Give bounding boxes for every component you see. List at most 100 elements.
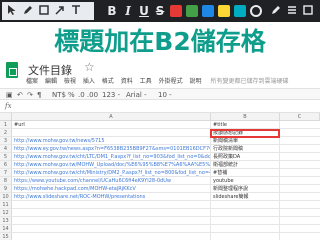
- cell-empty[interactable]: [280, 225, 320, 233]
- cell-title[interactable]: [211, 233, 280, 240]
- italic-button[interactable]: I: [120, 3, 136, 19]
- undo-icon[interactable]: ↶: [17, 90, 23, 100]
- menu-tools[interactable]: 工具: [140, 78, 152, 85]
- pen-tool-icon[interactable]: [20, 3, 36, 19]
- cell-url[interactable]: [12, 129, 211, 137]
- row-header[interactable]: 9: [0, 185, 12, 193]
- header-cell-url[interactable]: #url: [12, 121, 211, 129]
- text-tool-icon[interactable]: [68, 3, 84, 19]
- font-dropdown[interactable]: Arial -: [126, 90, 147, 100]
- cell-url[interactable]: http://www.mohw.gov.tw/MOHW_Upload/doc/%…: [12, 161, 211, 169]
- edit-pencil-icon[interactable]: [268, 3, 284, 19]
- select-tool-icon[interactable]: [4, 3, 20, 19]
- bold-button[interactable]: B: [104, 3, 120, 19]
- cell-title[interactable]: 新聞整理程序說: [211, 185, 280, 193]
- column-header-b[interactable]: B: [211, 113, 280, 121]
- cell-url[interactable]: [12, 225, 211, 233]
- star-icon[interactable]: ☆: [84, 60, 95, 74]
- row-header[interactable]: 1: [0, 121, 12, 129]
- cell-url[interactable]: http://www.mohw.gov.tw/cht/LTC/DM1_P.asp…: [12, 153, 211, 161]
- paint-format-icon[interactable]: ¶: [37, 90, 41, 100]
- sheets-logo-icon[interactable]: [6, 62, 18, 78]
- cell-title[interactable]: youtube: [211, 177, 280, 185]
- row-header[interactable]: 12: [0, 209, 12, 217]
- cell-url[interactable]: http://www.slideshare.net/ROC-MOHW/prese…: [12, 193, 211, 201]
- cell-title[interactable]: [211, 225, 280, 233]
- number-format-dropdown[interactable]: 123 -: [102, 90, 120, 100]
- menu-help[interactable]: 說明: [190, 78, 202, 85]
- cell-empty[interactable]: [280, 153, 320, 161]
- cell-title[interactable]: [211, 201, 280, 209]
- menu-edit[interactable]: 編輯: [45, 78, 57, 85]
- cell-empty[interactable]: [280, 161, 320, 169]
- cell-empty[interactable]: [280, 145, 320, 153]
- color-green-swatch[interactable]: [186, 5, 198, 17]
- cell-title[interactable]: 新聞稿清單: [211, 137, 280, 145]
- cell-empty[interactable]: [280, 193, 320, 201]
- decimals-button[interactable]: .0 .00: [78, 90, 98, 100]
- menu-icon[interactable]: [284, 3, 300, 19]
- cell-title[interactable]: 行政院新聞稿: [211, 145, 280, 153]
- cell-empty[interactable]: [280, 129, 320, 137]
- cell-url[interactable]: [12, 233, 211, 240]
- row-header[interactable]: 11: [0, 201, 12, 209]
- print-icon[interactable]: ▣: [6, 90, 13, 100]
- cell-empty[interactable]: [280, 137, 320, 145]
- cell-title[interactable]: slideshare簡報: [211, 193, 280, 201]
- cell-empty[interactable]: [280, 201, 320, 209]
- menu-addons[interactable]: 外掛程式: [159, 78, 183, 85]
- cell-empty[interactable]: [280, 121, 320, 129]
- strikethrough-button[interactable]: S: [152, 3, 168, 19]
- select-all-corner[interactable]: [0, 113, 12, 121]
- column-header-a[interactable]: A: [12, 113, 211, 121]
- row-header[interactable]: 4: [0, 145, 12, 153]
- cell-url[interactable]: http://www.ey.gov.tw/news.aspx?n=F6538B2…: [12, 145, 211, 153]
- cell-empty[interactable]: [280, 209, 320, 217]
- percent-button[interactable]: %: [68, 90, 75, 100]
- row-header[interactable]: 15: [0, 233, 12, 240]
- currency-button[interactable]: NT$: [52, 90, 66, 100]
- menu-file[interactable]: 檔案: [26, 78, 38, 85]
- header-cell-title[interactable]: #title: [211, 121, 280, 129]
- menu-data[interactable]: 資料: [121, 78, 133, 85]
- menu-format[interactable]: 格式: [102, 78, 114, 85]
- cell-empty[interactable]: [280, 185, 320, 193]
- underline-button[interactable]: U: [136, 3, 152, 19]
- arrow-tool-icon[interactable]: [52, 3, 68, 19]
- cell-title[interactable]: 衛福部統計: [211, 161, 280, 169]
- redo-icon[interactable]: ↷: [27, 90, 33, 100]
- row-header[interactable]: 8: [0, 177, 12, 185]
- row-header[interactable]: 5: [0, 153, 12, 161]
- cell-url[interactable]: https://mohwhe.hackpad.com/MOHW-etajRjKK…: [12, 185, 211, 193]
- cell-title[interactable]: #替補: [211, 169, 280, 177]
- column-header-c[interactable]: C: [280, 113, 320, 121]
- row-header[interactable]: 3: [0, 137, 12, 145]
- shape-tool-icon[interactable]: [36, 3, 52, 19]
- color-yellow-swatch[interactable]: [218, 5, 230, 17]
- cell-url[interactable]: [12, 209, 211, 217]
- color-red-swatch[interactable]: [170, 5, 182, 17]
- color-blue-swatch[interactable]: [202, 5, 214, 17]
- row-header[interactable]: 14: [0, 225, 12, 233]
- cell-url[interactable]: [12, 217, 211, 225]
- row-header[interactable]: 13: [0, 217, 12, 225]
- row-header[interactable]: 7: [0, 169, 12, 177]
- menu-insert[interactable]: 插入: [83, 78, 95, 85]
- cell-empty[interactable]: [280, 233, 320, 240]
- cell-url[interactable]: [12, 201, 211, 209]
- row-header[interactable]: 10: [0, 193, 12, 201]
- cell-empty[interactable]: [280, 169, 320, 177]
- cell-title[interactable]: 長照政策DA: [211, 153, 280, 161]
- color-outline-swatch[interactable]: [250, 5, 262, 17]
- cell-url[interactable]: http://www.mohw.gov.tw/cht/Ministry/DM2_…: [12, 169, 211, 177]
- cell-title[interactable]: [211, 209, 280, 217]
- cell-url[interactable]: http://www.mohw.gov.tw/news/5715: [12, 137, 211, 145]
- cell-empty[interactable]: [280, 177, 320, 185]
- menu-view[interactable]: 檢視: [64, 78, 76, 85]
- cell-url[interactable]: https://www.youtube.com/channel/UCaHu6C6…: [12, 177, 211, 185]
- cell-title[interactable]: [211, 217, 280, 225]
- cell-empty[interactable]: [280, 217, 320, 225]
- font-size-dropdown[interactable]: 10 -: [158, 90, 172, 100]
- color-cyan-swatch[interactable]: [234, 5, 246, 17]
- row-header[interactable]: 2: [0, 129, 12, 137]
